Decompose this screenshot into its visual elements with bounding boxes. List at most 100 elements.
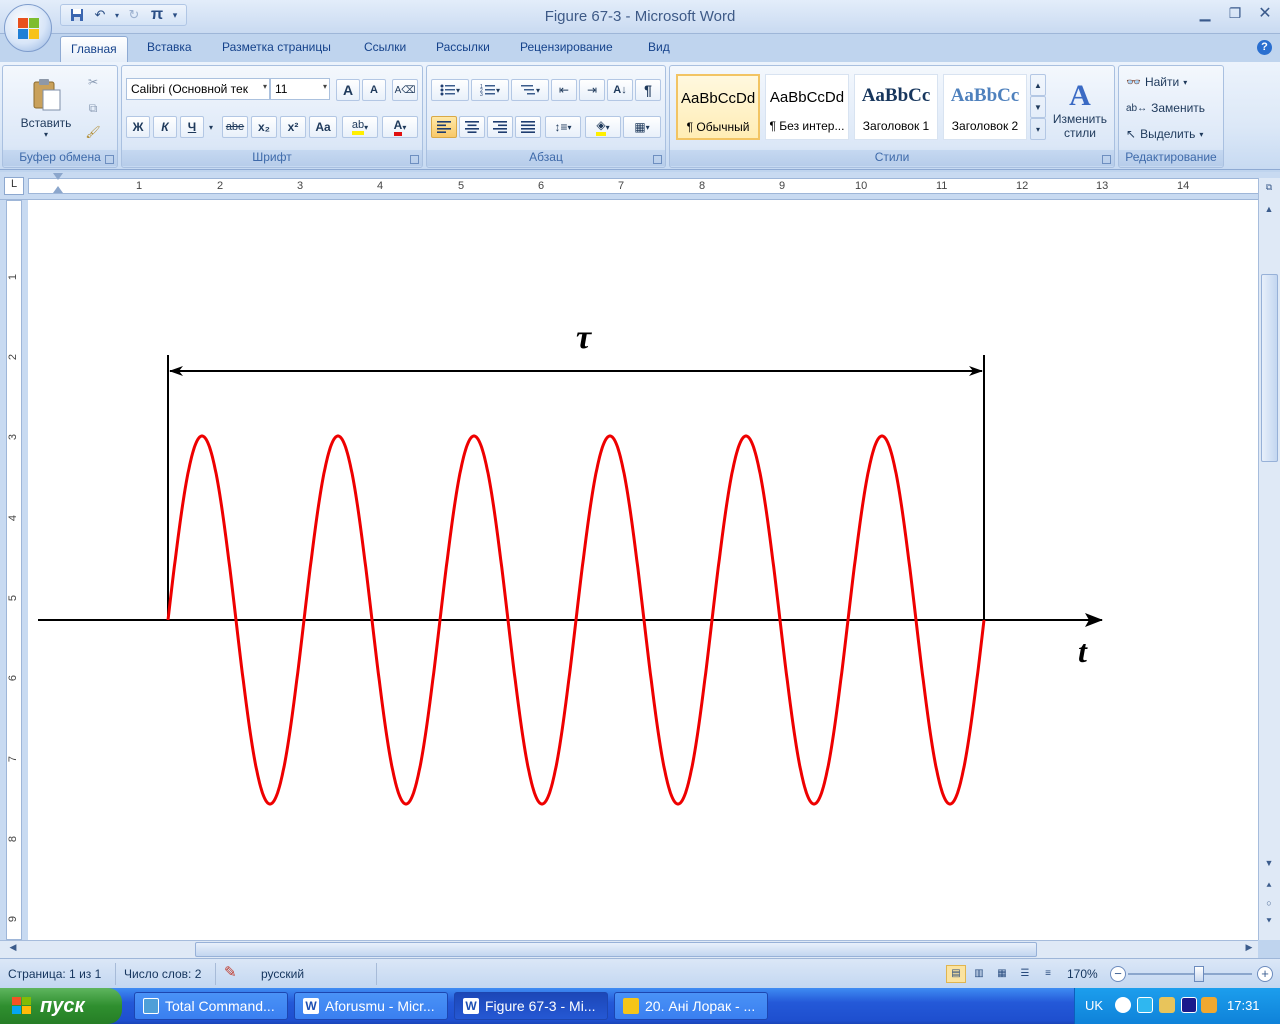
indent-marker-icon[interactable] <box>53 173 63 180</box>
page-count[interactable]: Страница: 1 из 1 <box>8 967 101 981</box>
align-center-button[interactable] <box>459 116 485 138</box>
outline-view-icon[interactable]: ☰ <box>1015 965 1035 983</box>
styles-launcher-icon[interactable] <box>1102 155 1111 164</box>
start-button[interactable]: пуск <box>0 988 122 1024</box>
document-page[interactable]: τ t <box>28 200 1258 940</box>
taskbar-item-word-figure[interactable]: W Figure 67-3 - Mi... <box>454 992 608 1020</box>
italic-button[interactable]: К <box>153 116 177 138</box>
increase-indent-icon[interactable]: ⇥ <box>579 79 605 101</box>
subscript-button[interactable]: x₂ <box>251 116 277 138</box>
restore-icon[interactable]: ❐ <box>1220 0 1250 26</box>
help-icon[interactable]: ? <box>1257 40 1272 55</box>
antivirus-icon[interactable] <box>1159 997 1175 1013</box>
clipboard-launcher-icon[interactable] <box>105 155 114 164</box>
styles-scroll-up-icon[interactable]: ▲ <box>1030 74 1046 96</box>
input-language[interactable]: UK <box>1085 998 1103 1013</box>
select-button[interactable]: ↖ Выделить ▾ <box>1125 124 1219 144</box>
paste-button[interactable]: Вставить ▾ <box>9 70 83 146</box>
scroll-down-icon[interactable]: ▼ <box>1260 858 1278 874</box>
sort-icon[interactable]: A↓ <box>607 79 633 101</box>
line-spacing-button[interactable]: ↕≡ ▾ <box>545 116 581 138</box>
hanging-indent-icon[interactable] <box>53 186 63 193</box>
style-heading-1[interactable]: AaBbCc Заголовок 1 <box>854 74 938 140</box>
bold-button[interactable]: Ж <box>126 116 150 138</box>
highlight-color-button[interactable]: ab ▾ <box>342 116 378 138</box>
styles-more-icon[interactable]: ▾ <box>1030 118 1046 140</box>
zoom-slider-track[interactable] <box>1128 973 1252 975</box>
full-screen-reading-icon[interactable]: ▥ <box>969 965 989 983</box>
draft-view-icon[interactable]: ≡ <box>1038 965 1058 983</box>
tab-mailings[interactable]: Рассылки <box>436 40 490 54</box>
justify-button[interactable] <box>515 116 541 138</box>
tab-review[interactable]: Рецензирование <box>520 40 613 54</box>
bullets-button[interactable]: ▾ <box>431 79 469 101</box>
close-icon[interactable]: ✕ <box>1250 0 1280 26</box>
next-page-icon[interactable]: ⯆ <box>1260 916 1278 932</box>
grow-font-button[interactable]: A <box>336 79 360 101</box>
zoom-level[interactable]: 170% <box>1067 967 1098 981</box>
taskbar-item-word-aforusmu[interactable]: W Aforusmu - Micr... <box>294 992 448 1020</box>
numbering-button[interactable]: 1 2 3 ▾ <box>471 79 509 101</box>
ruler-toggle-icon[interactable]: ⧉ <box>1260 182 1278 198</box>
previous-page-icon[interactable]: ⯅ <box>1260 880 1278 896</box>
back-arrow-icon[interactable] <box>1115 997 1131 1013</box>
font-size-combo[interactable]: 11 ▾ <box>270 78 330 100</box>
strikethrough-button[interactable]: abe <box>222 116 248 138</box>
zoom-in-icon[interactable]: + <box>1257 966 1273 982</box>
font-color-button[interactable]: A ▾ <box>382 116 418 138</box>
shrink-font-button[interactable]: A <box>362 79 386 101</box>
align-right-button[interactable] <box>487 116 513 138</box>
ruler-strip[interactable]: 1 2 3 4 5 6 7 8 9 10 11 12 13 14 <box>28 173 1260 194</box>
word-count[interactable]: Число слов: 2 <box>124 967 201 981</box>
paragraph-launcher-icon[interactable] <box>653 155 662 164</box>
borders-button[interactable]: ▦ ▾ <box>623 116 661 138</box>
change-case-button[interactable]: Aa <box>309 116 337 138</box>
taskbar-item-total-commander[interactable]: Total Command... <box>134 992 288 1020</box>
underline-dropdown-icon[interactable]: ▾ <box>205 118 217 136</box>
replace-button[interactable]: ab↔ Заменить <box>1125 98 1219 118</box>
find-button[interactable]: 👓 Найти ▾ <box>1125 72 1219 92</box>
vertical-scroll-thumb[interactable] <box>1261 274 1278 462</box>
web-layout-icon[interactable]: ▦ <box>992 965 1012 983</box>
change-styles-button[interactable]: A Изменить стили <box>1048 70 1112 150</box>
print-layout-icon[interactable]: ▤ <box>946 965 966 983</box>
taskbar-item-media-player[interactable]: 20. Ані Лорак - ... <box>614 992 768 1020</box>
decrease-indent-icon[interactable]: ⇤ <box>551 79 577 101</box>
superscript-button[interactable]: x² <box>280 116 306 138</box>
show-formatting-button[interactable]: ¶ <box>635 79 661 101</box>
copy-icon[interactable]: ⧉ <box>83 98 103 118</box>
clear-formatting-icon[interactable]: A⌫ <box>392 79 418 101</box>
font-launcher-icon[interactable] <box>410 155 419 164</box>
proofing-icon[interactable]: ✎ <box>224 963 237 981</box>
style-normal[interactable]: AaBbCcDd ¶ Обычный <box>676 74 760 140</box>
styles-scroll-down-icon[interactable]: ▼ <box>1030 96 1046 118</box>
tab-references[interactable]: Ссылки <box>364 40 406 54</box>
scroll-right-icon[interactable]: ▶ <box>1240 942 1258 958</box>
folder-icon[interactable] <box>1201 997 1217 1013</box>
office-button[interactable] <box>4 4 52 52</box>
zoom-slider-thumb[interactable] <box>1194 966 1204 982</box>
tab-home[interactable]: Главная <box>60 36 128 62</box>
format-painter-icon[interactable]: 🖌 <box>83 122 103 142</box>
network-icon[interactable] <box>1137 997 1153 1013</box>
browse-object-icon[interactable]: ○ <box>1260 898 1278 914</box>
shading-button[interactable]: ◈ ▾ <box>585 116 621 138</box>
scroll-left-icon[interactable]: ◀ <box>4 942 22 958</box>
tab-page-layout[interactable]: Разметка страницы <box>222 40 331 54</box>
minimize-icon[interactable]: ▁ <box>1190 0 1220 26</box>
cut-icon[interactable]: ✂ <box>83 72 103 92</box>
align-left-button[interactable] <box>431 116 457 138</box>
font-name-combo[interactable]: Calibri (Основной тек ▾ <box>126 78 270 100</box>
tab-selector[interactable]: L <box>4 177 24 195</box>
horizontal-scroll-thumb[interactable] <box>195 942 1037 957</box>
ruler-strip[interactable]: 1 2 3 4 5 6 7 8 9 <box>6 200 22 940</box>
language-indicator[interactable]: русский <box>261 967 304 981</box>
media-play-icon[interactable] <box>1181 997 1197 1013</box>
tab-view[interactable]: Вид <box>648 40 670 54</box>
tab-insert[interactable]: Вставка <box>147 40 192 54</box>
vertical-scrollbar[interactable]: ⧉ ▲ ▼ ⯅ ○ ⯆ <box>1258 178 1280 940</box>
horizontal-scrollbar[interactable]: ◀ ▶ <box>0 940 1258 958</box>
zoom-out-icon[interactable]: − <box>1110 966 1126 982</box>
underline-button[interactable]: Ч <box>180 116 204 138</box>
scroll-up-icon[interactable]: ▲ <box>1260 204 1278 220</box>
